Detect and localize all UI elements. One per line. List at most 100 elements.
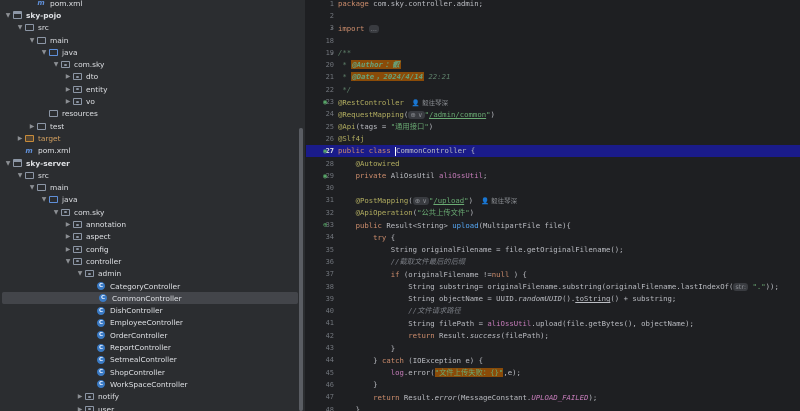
chevron-down-icon[interactable]: ▼ [16,24,24,31]
code-line[interactable]: 45 log.error("文件上传失败：{}",e); [306,367,800,379]
tree-item[interactable]: ▶ entity [0,83,300,95]
code-line[interactable]: 22 */ [306,84,800,96]
fold-open-icon[interactable]: ⌄ [330,49,334,56]
code-line[interactable]: 19 ⌄/** [306,47,800,59]
chevron-right-icon[interactable]: ▶ [16,135,24,142]
chevron-right-icon[interactable]: ▶ [28,123,36,130]
chevron-down-icon[interactable]: ▼ [4,12,12,19]
code-line[interactable]: 38 String substring= originalFilename.su… [306,280,800,292]
inlay-hint[interactable]: str: [733,283,749,292]
tree-item[interactable]: C CommonController [2,292,298,305]
chevron-down-icon[interactable]: ▼ [52,209,60,216]
inlay-hint[interactable]: ⊕ ∨ [408,110,425,119]
bean-icon[interactable]: ◉ [323,98,327,106]
tree-item[interactable]: ▼ com.sky [0,206,300,218]
chevron-right-icon[interactable]: ▶ [64,86,72,93]
tree-item[interactable]: C ShopController [0,366,300,378]
chevron-right-icon[interactable]: ▶ [64,98,72,105]
tree-item[interactable]: ▼ sky-pojo [0,9,300,21]
chevron-down-icon[interactable]: ▼ [40,49,48,56]
code-line[interactable]: 18 [306,34,800,46]
chevron-down-icon[interactable]: ▼ [64,258,72,265]
chevron-right-icon[interactable]: ▶ [64,246,72,253]
code-line[interactable]: 35 String originalFilename = file.getOri… [306,244,800,256]
code-line[interactable]: 28 @Autowired [306,157,800,169]
tree-item[interactable]: ▶ target [0,132,300,144]
code-line[interactable]: 20 * @Author ：叡 [306,59,800,71]
tree-item[interactable]: m pom.xml [0,145,300,157]
tree-item[interactable]: m pom.xml [0,0,300,9]
tree-item[interactable]: C DishController [0,305,300,317]
tree-item[interactable]: ▶ user [0,403,300,411]
chevron-down-icon[interactable]: ▼ [4,160,12,167]
code-line[interactable]: 2 [306,10,800,22]
code-line[interactable]: 36 //截取文件最后的后缀 [306,256,800,268]
code-line[interactable]: 47 return Result.error(MessageConstant.U… [306,391,800,403]
bean-icon[interactable]: ◉ [323,172,327,180]
tree-item[interactable]: ▶ annotation [0,218,300,230]
tree-item[interactable]: ▼ com.sky [0,59,300,71]
code-line[interactable]: 46 } [306,379,800,391]
tree-item[interactable]: ▼ sky-server [0,157,300,169]
code-line[interactable]: 27 ◉ public class CommonController { [306,145,800,158]
chevron-down-icon[interactable]: ▼ [52,61,60,68]
tree-item[interactable]: ▼ java [0,194,300,206]
code-line[interactable]: 33 ⊕ public Result<String> upload(Multipa… [306,219,800,231]
code-line[interactable]: 42 return Result.success(filePath); [306,330,800,342]
code-line[interactable]: 30 [306,182,800,194]
chevron-down-icon[interactable]: ▼ [28,37,36,44]
tree-item[interactable]: ▼ src [0,169,300,181]
chevron-right-icon[interactable]: ▶ [76,393,84,400]
tree-item[interactable]: resources [0,108,300,120]
tree-item[interactable]: C ReportController [0,341,300,353]
tree-item[interactable]: ▶ notify [0,391,300,403]
code-line[interactable]: 41 String filePath = aliOssUtil.upload(f… [306,317,800,329]
tree-item[interactable]: ▶ config [0,243,300,255]
code-editor[interactable]: 1 package com.sky.controller.admin; 2 3 › imp… [306,0,800,411]
chevron-right-icon[interactable]: ▶ [64,73,72,80]
code-line[interactable]: 32 @ApiOperation("公共上传文件") [306,207,800,219]
tree-item[interactable]: C EmployeeController [0,317,300,329]
tree-item[interactable]: ▼ main [0,182,300,194]
code-line[interactable]: 43 } [306,342,800,354]
inlay-hint[interactable]: ... [368,24,379,33]
tree-item[interactable]: ▼ java [0,46,300,58]
tree-item[interactable]: ▶ test [0,120,300,132]
code-line[interactable]: 48 } [306,403,800,411]
chevron-down-icon[interactable]: ▼ [16,172,24,179]
tree-item[interactable]: C SetmealController [0,354,300,366]
tree-item[interactable]: C CategoryController [0,280,300,292]
code-line[interactable]: 39 String objectName = UUID.randomUUID()… [306,293,800,305]
web-icon[interactable]: ⊕ [323,221,327,229]
inlay-hint[interactable]: ⊕ ∨ [412,197,429,206]
code-line[interactable]: 24 @RequestMapping(⊕ ∨ "/admin/common") [306,108,800,120]
code-line[interactable]: 3 › import ... [306,22,800,34]
code-author-hint[interactable]: 👤 毅往琴深 [481,197,517,205]
code-line[interactable]: 37 if (originalFilename !=null ) { [306,268,800,280]
code-line[interactable]: 25 @Api(tags = "通用接口") [306,121,800,133]
code-line[interactable]: 21 * @Date ，2024/4/14 22:21 [306,71,800,83]
bean-icon[interactable]: ◉ [323,147,327,155]
code-line[interactable]: 34 try { [306,231,800,243]
tree-item[interactable]: C WorkSpaceController [0,378,300,390]
tree-item[interactable]: ▶ dto [0,71,300,83]
tree-item[interactable]: ▼ controller [0,255,300,267]
code-line[interactable]: 26 @Slf4j [306,133,800,145]
chevron-right-icon[interactable]: ▶ [76,406,84,411]
project-tree-scrollbar[interactable] [299,128,303,411]
chevron-down-icon[interactable]: ▼ [28,184,36,191]
tree-item[interactable]: ▼ src [0,22,300,34]
code-line[interactable]: 31 @PostMapping(⊕ ∨ "/upload") 👤 毅往琴深 [306,194,800,206]
tree-item[interactable]: ▼ admin [0,268,300,280]
chevron-right-icon[interactable]: ▶ [64,233,72,240]
tree-item[interactable]: ▶ aspect [0,231,300,243]
fold-closed-icon[interactable]: › [330,25,334,32]
chevron-right-icon[interactable]: ▶ [64,221,72,228]
chevron-down-icon[interactable]: ▼ [76,270,84,277]
tree-item[interactable]: ▼ main [0,34,300,46]
code-author-hint[interactable]: 👤 毅往琴深 [412,99,448,107]
code-line[interactable]: 23 ◉ @RestController 👤 毅往琴深 [306,96,800,108]
chevron-down-icon[interactable]: ▼ [40,196,48,203]
code-line[interactable]: 44 } catch (IOException e) { [306,354,800,366]
tree-item[interactable]: C OrderController [0,329,300,341]
